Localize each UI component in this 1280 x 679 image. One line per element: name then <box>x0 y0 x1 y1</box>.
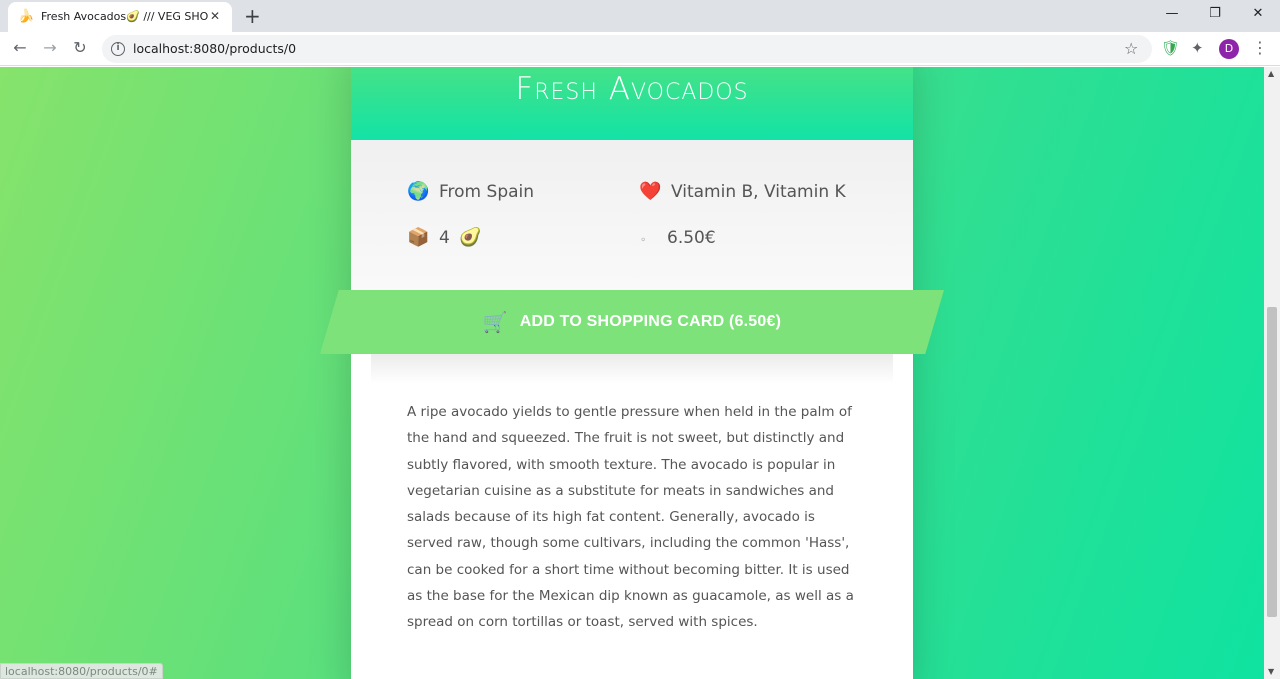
tab-close-icon[interactable]: ✕ <box>210 8 220 24</box>
extensions-puzzle-icon[interactable]: ✦ <box>1191 38 1204 58</box>
avocado-icon: 🥑 <box>459 227 482 248</box>
quantity-text: 4 <box>439 228 450 248</box>
new-tab-button[interactable]: + <box>244 4 261 28</box>
status-url: localhost:8080/products/0# <box>0 663 163 679</box>
site-info-icon[interactable]: i <box>111 42 125 56</box>
page-scrollbar[interactable]: ▲ ▼ <box>1264 67 1280 679</box>
browser-tab[interactable]: 🍌 Fresh Avocados🥑 /// VEG SHOP ✕ <box>8 2 232 32</box>
globe-icon: 🌍 <box>407 181 430 202</box>
page-viewport: Fresh Avocados 🌍 From Spain ❤️ Vitamin B, … <box>0 67 1264 679</box>
scroll-thumb[interactable] <box>1267 307 1277 617</box>
heart-icon: ❤️ <box>639 181 662 202</box>
product-info-panel: 🌍 From Spain ❤️ Vitamin B, Vitamin K 📦 4 🥑 … <box>351 140 913 315</box>
restore-button[interactable]: ❐ <box>1205 4 1225 24</box>
add-to-cart-button[interactable]: 🛒 ADD TO SHOPPING CARD (6.50€) <box>320 290 944 354</box>
shield-extension-icon[interactable]: 🛡 <box>1161 38 1180 58</box>
tab-title: Fresh Avocados🥑 /// VEG SHOP <box>41 10 209 23</box>
address-bar[interactable]: i localhost:8080/products/0 ☆ <box>102 35 1152 63</box>
back-button[interactable]: ← <box>9 38 31 58</box>
product-description: A ripe avocado yields to gentle pressure… <box>407 404 854 631</box>
shopping-cart-icon: 🛒 <box>482 310 508 334</box>
price-info: ⚬ 6.50€ <box>639 227 716 252</box>
forward-button[interactable]: → <box>39 38 61 58</box>
product-title: Fresh Avocados <box>515 71 749 107</box>
coin-icon: ⚬ <box>639 235 648 246</box>
window-close-button[interactable]: ✕ <box>1248 4 1268 24</box>
nutrients-info: ❤️ Vitamin B, Vitamin K <box>639 181 846 203</box>
product-card: Fresh Avocados 🌍 From Spain ❤️ Vitamin B, … <box>320 67 944 679</box>
quantity-info: 📦 4 🥑 <box>407 227 482 249</box>
tab-strip: 🍌 Fresh Avocados🥑 /// VEG SHOP ✕ + — ❐ ✕ <box>0 0 1280 32</box>
minimize-button[interactable]: — <box>1162 4 1182 24</box>
scroll-down-icon[interactable]: ▼ <box>1268 667 1274 676</box>
bookmark-star-icon[interactable]: ☆ <box>1124 39 1138 59</box>
tab-favicon-icon: 🍌 <box>18 9 35 24</box>
cta-shadow <box>371 354 893 384</box>
origin-info: 🌍 From Spain <box>407 181 534 203</box>
browser-toolbar: ← → ↻ i localhost:8080/products/0 ☆ <box>0 32 1280 66</box>
nutrients-text: Vitamin B, Vitamin K <box>671 182 846 202</box>
product-header: Fresh Avocados <box>351 67 913 140</box>
url-text[interactable]: localhost:8080/products/0 <box>133 41 296 57</box>
origin-text: From Spain <box>439 182 535 202</box>
profile-avatar[interactable]: D <box>1219 39 1239 59</box>
price-text: 6.50€ <box>667 228 716 248</box>
box-icon: 📦 <box>407 227 430 248</box>
browser-menu-icon[interactable]: ⋮ <box>1252 38 1268 58</box>
add-to-cart-label: ADD TO SHOPPING CARD (6.50€) <box>519 313 782 330</box>
scroll-up-icon[interactable]: ▲ <box>1268 69 1274 78</box>
reload-button[interactable]: ↻ <box>69 38 91 58</box>
